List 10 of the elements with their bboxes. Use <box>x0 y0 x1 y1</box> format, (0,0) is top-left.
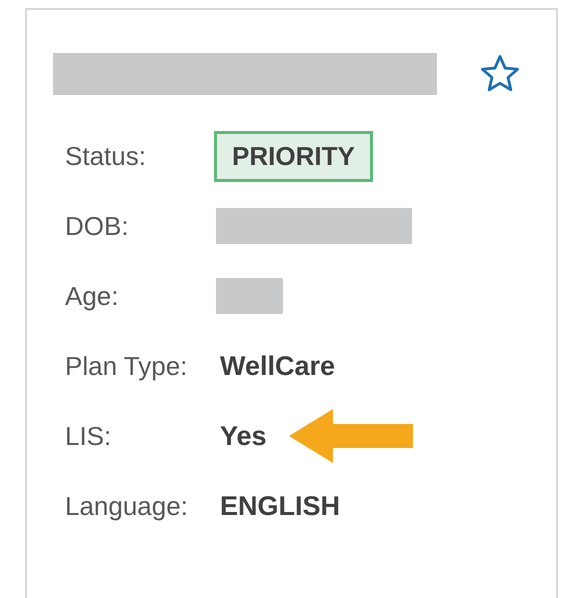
field-label: LIS: <box>65 420 112 452</box>
status-badge: PRIORITY <box>214 130 373 182</box>
field-value: ENGLISH <box>220 490 340 523</box>
field-label: Age: <box>65 280 120 312</box>
field-value: Yes <box>220 420 267 453</box>
field-label: Status: <box>65 140 147 172</box>
field-label: DOB: <box>65 210 130 242</box>
field-label: Language: <box>65 490 189 522</box>
field-value: WellCare <box>220 350 336 383</box>
field-label: Plan Type: <box>65 350 188 382</box>
